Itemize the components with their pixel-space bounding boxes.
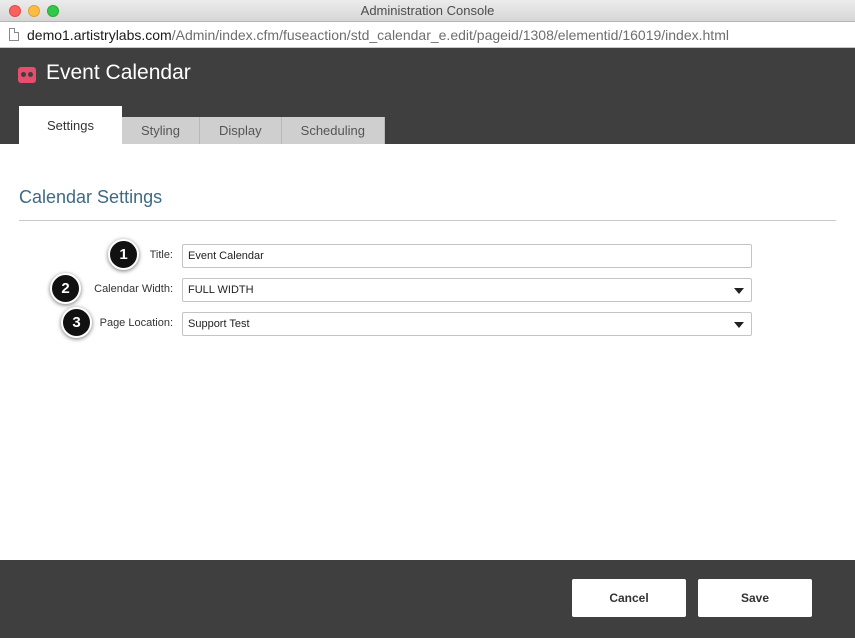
calendar-width-row: Calendar Width: FULL WIDTH <box>0 278 855 302</box>
callout-badge-1: 1 <box>108 239 139 270</box>
title-label: Title: <box>149 249 173 261</box>
url-path: /Admin/index.cfm/fuseaction/std_calendar… <box>171 27 729 43</box>
tab-styling[interactable]: Styling <box>122 117 201 144</box>
page-location-select[interactable]: Support Test <box>182 312 752 336</box>
page-icon <box>9 28 19 41</box>
cancel-button[interactable]: Cancel <box>572 579 686 617</box>
page-location-row: Page Location: Support Test <box>0 312 855 336</box>
chevron-down-icon <box>734 288 744 294</box>
url-text[interactable]: demo1.artistrylabs.com/Admin/index.cfm/f… <box>27 27 729 43</box>
save-button[interactable]: Save <box>698 579 812 617</box>
window-title-bar: Administration Console <box>0 0 855 22</box>
tab-scheduling[interactable]: Scheduling <box>281 117 385 144</box>
app-header: Event Calendar Settings Styling Display … <box>0 48 855 144</box>
chevron-down-icon <box>734 322 744 328</box>
calendar-width-label: Calendar Width: <box>94 283 173 295</box>
footer-bar: Cancel Save <box>0 560 855 638</box>
tab-settings[interactable]: Settings <box>19 106 122 144</box>
tab-display[interactable]: Display <box>200 117 282 144</box>
title-input[interactable] <box>182 244 752 268</box>
settings-panel: Calendar Settings Title: Calendar Width:… <box>0 144 855 560</box>
section-title: Calendar Settings <box>19 187 163 207</box>
tab-bar: Settings Styling Display Scheduling <box>19 106 385 144</box>
window-title: Administration Console <box>360 3 495 18</box>
section-divider <box>19 220 836 221</box>
page-title: Event Calendar <box>46 61 191 84</box>
calendar-width-value: FULL WIDTH <box>188 284 254 296</box>
callout-badge-3: 3 <box>61 307 92 338</box>
page-location-value: Support Test <box>188 318 250 330</box>
address-bar[interactable]: demo1.artistrylabs.com/Admin/index.cfm/f… <box>0 22 855 48</box>
calendar-width-select[interactable]: FULL WIDTH <box>182 278 752 302</box>
url-host: demo1.artistrylabs.com <box>27 27 172 43</box>
page-location-label: Page Location: <box>99 317 173 329</box>
event-calendar-logo-icon <box>18 67 36 83</box>
callout-badge-2: 2 <box>50 273 81 304</box>
